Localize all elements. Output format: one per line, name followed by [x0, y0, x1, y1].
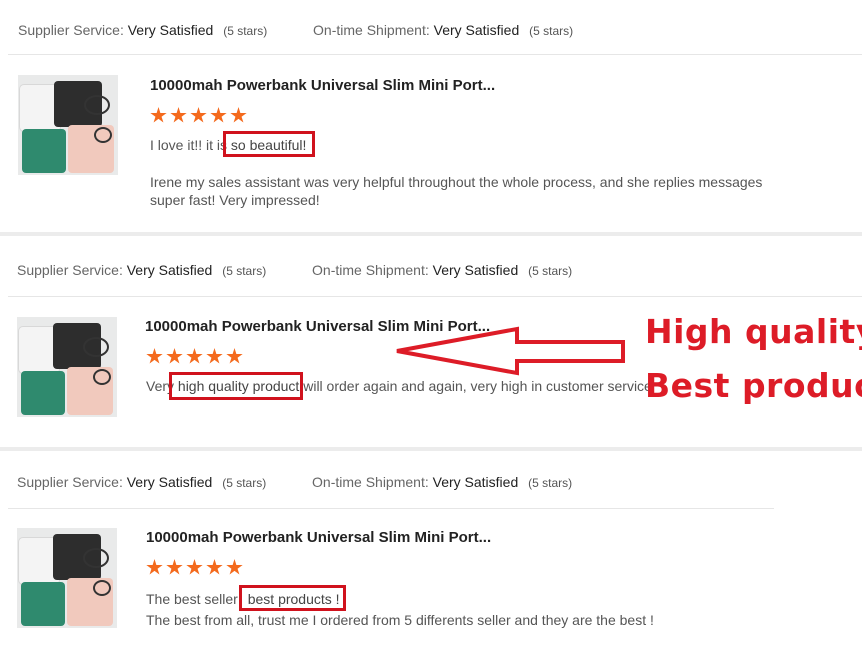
- rating-stars: [150, 107, 250, 125]
- highlight-box: [239, 585, 346, 611]
- supplier-service-label: Supplier Service:: [17, 474, 123, 490]
- star-icon: [166, 348, 183, 364]
- section-separator: [0, 232, 862, 236]
- star-icon: [230, 107, 247, 123]
- shipment-value: Very Satisfied: [433, 22, 520, 38]
- review-meta: Supplier Service: Very Satisfied (5 star…: [18, 22, 573, 38]
- rating-stars: [146, 559, 246, 577]
- review-text-detail: Irene my sales assistant was very helpfu…: [150, 174, 763, 208]
- supplier-service-stars: (5 stars): [222, 476, 267, 490]
- star-icon: [226, 348, 243, 364]
- review-text-start: I love it!! it is: [150, 137, 228, 153]
- star-icon: [186, 559, 203, 575]
- divider: [8, 296, 862, 297]
- annotation-best-product: Best product: [645, 366, 862, 405]
- star-icon: [206, 559, 223, 575]
- product-thumbnail[interactable]: [18, 75, 118, 175]
- shipment-stars: (5 stars): [529, 24, 574, 38]
- shipment-value: Very Satisfied: [432, 262, 519, 278]
- product-title[interactable]: 10000mah Powerbank Universal Slim Mini P…: [150, 77, 495, 94]
- supplier-service-label: Supplier Service:: [17, 262, 123, 278]
- supplier-service-stars: (5 stars): [223, 24, 268, 38]
- star-icon: [170, 107, 187, 123]
- star-icon: [150, 107, 167, 123]
- star-icon: [210, 107, 227, 123]
- rating-stars: [146, 348, 246, 366]
- supplier-service-value: Very Satisfied: [127, 22, 214, 38]
- supplier-service-stars: (5 stars): [222, 264, 267, 278]
- review-text-end: will order again and again, very high in…: [303, 378, 652, 394]
- shipment-value: Very Satisfied: [432, 474, 519, 490]
- review-meta: Supplier Service: Very Satisfied (5 star…: [17, 262, 572, 278]
- star-icon: [166, 559, 183, 575]
- star-icon: [206, 348, 223, 364]
- shipment-label: On-time Shipment:: [312, 474, 429, 490]
- review-card: Supplier Service: Very Satisfied (5 star…: [0, 0, 862, 234]
- shipment-label: On-time Shipment:: [313, 22, 430, 38]
- star-icon: [186, 348, 203, 364]
- divider: [8, 54, 862, 55]
- review-text-detail: The best from all, trust me I ordered fr…: [146, 612, 654, 628]
- annotation-high-quality: High quality: [645, 312, 862, 351]
- highlight-box: [223, 131, 315, 157]
- supplier-service-label: Supplier Service:: [18, 22, 124, 38]
- star-icon: [190, 107, 207, 123]
- divider: [8, 508, 774, 509]
- supplier-service-value: Very Satisfied: [126, 262, 213, 278]
- product-thumbnail[interactable]: [17, 317, 117, 417]
- left-arrow-icon: [396, 326, 625, 376]
- shipment-stars: (5 stars): [528, 264, 573, 278]
- shipment-label: On-time Shipment:: [312, 262, 429, 278]
- shipment-stars: (5 stars): [528, 476, 573, 490]
- star-icon: [146, 559, 163, 575]
- review-text-start: The best seller: [146, 591, 238, 607]
- section-separator: [0, 447, 862, 451]
- star-icon: [226, 559, 243, 575]
- star-icon: [146, 348, 163, 364]
- highlight-box: [169, 372, 303, 400]
- product-title[interactable]: 10000mah Powerbank Universal Slim Mini P…: [146, 529, 491, 546]
- supplier-service-value: Very Satisfied: [126, 474, 213, 490]
- review-card: Supplier Service: Very Satisfied (5 star…: [0, 452, 862, 654]
- product-thumbnail[interactable]: [17, 528, 117, 628]
- review-meta: Supplier Service: Very Satisfied (5 star…: [17, 474, 572, 490]
